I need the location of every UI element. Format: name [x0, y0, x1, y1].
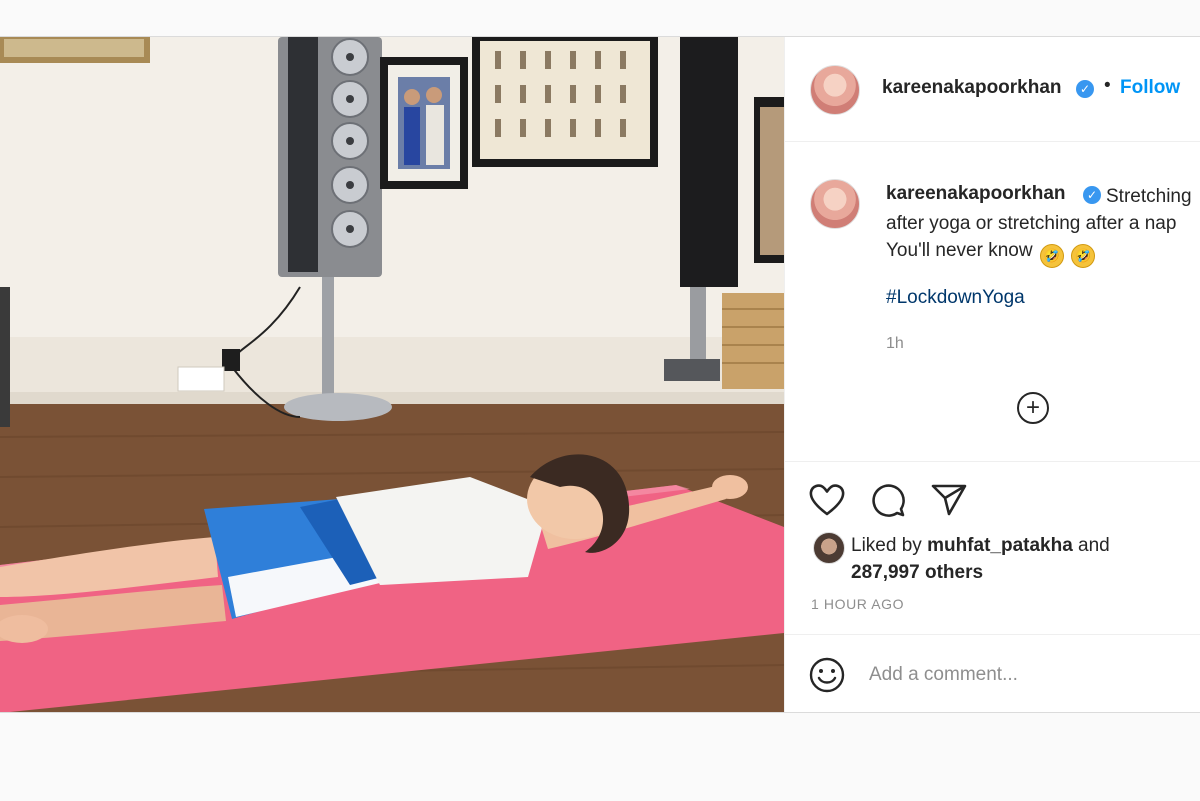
likes-conjunction: and	[1078, 535, 1110, 556]
comment-bubble-icon[interactable]	[868, 480, 908, 520]
caption-author-avatar[interactable]	[810, 179, 860, 229]
post-header: kareenakapoorkhan ✓ • Follow	[785, 37, 1200, 142]
page-bottom-margin	[0, 712, 1200, 801]
caption-line-3: You'll never know	[886, 240, 1033, 261]
hashtag-link[interactable]: #LockdownYoga	[886, 287, 1025, 309]
header-separator: •	[1104, 75, 1111, 96]
post-photo-illustration	[0, 37, 784, 713]
author-avatar[interactable]	[810, 65, 860, 115]
post-photo[interactable]	[0, 37, 784, 713]
post-time-ago[interactable]: 1 HOUR AGO	[811, 596, 904, 612]
caption-username[interactable]: kareenakapoorkhan	[886, 183, 1066, 205]
follow-button[interactable]: Follow	[1120, 77, 1180, 99]
paper-plane-icon[interactable]	[929, 480, 969, 520]
smiley-icon[interactable]	[807, 655, 847, 695]
instagram-post: kareenakapoorkhan ✓ • Follow Stretching …	[0, 36, 1200, 713]
verified-badge-icon: ✓	[1076, 80, 1094, 98]
laughing-emoji-icon: 🤣	[1071, 244, 1096, 268]
likes-count[interactable]: 287,997 others	[851, 562, 983, 583]
comment-bar	[785, 634, 1200, 713]
page-top-margin	[0, 0, 1200, 36]
likes-summary: Liked by muhfat_patakha and 287,997 othe…	[851, 532, 1191, 586]
laughing-emoji-icon: 🤣	[1039, 244, 1064, 268]
verified-badge-icon: ✓	[1083, 186, 1101, 204]
liker-username[interactable]: muhfat_patakha	[927, 535, 1073, 556]
liker-avatar[interactable]	[813, 532, 845, 564]
caption-timestamp[interactable]: 1h	[886, 335, 904, 353]
post-actions: Liked by muhfat_patakha and 287,997 othe…	[785, 461, 1200, 713]
author-username[interactable]: kareenakapoorkhan	[882, 77, 1062, 99]
post-sidebar: kareenakapoorkhan ✓ • Follow Stretching …	[784, 37, 1200, 713]
plus-circle-icon[interactable]: +	[1017, 392, 1049, 424]
comment-input[interactable]	[869, 657, 1189, 693]
likes-prefix: Liked by	[851, 535, 922, 556]
caption-line-1: Stretching	[1106, 186, 1192, 207]
heart-icon[interactable]	[807, 480, 847, 520]
caption-line-2: after yoga or stretching after a nap	[886, 213, 1177, 234]
